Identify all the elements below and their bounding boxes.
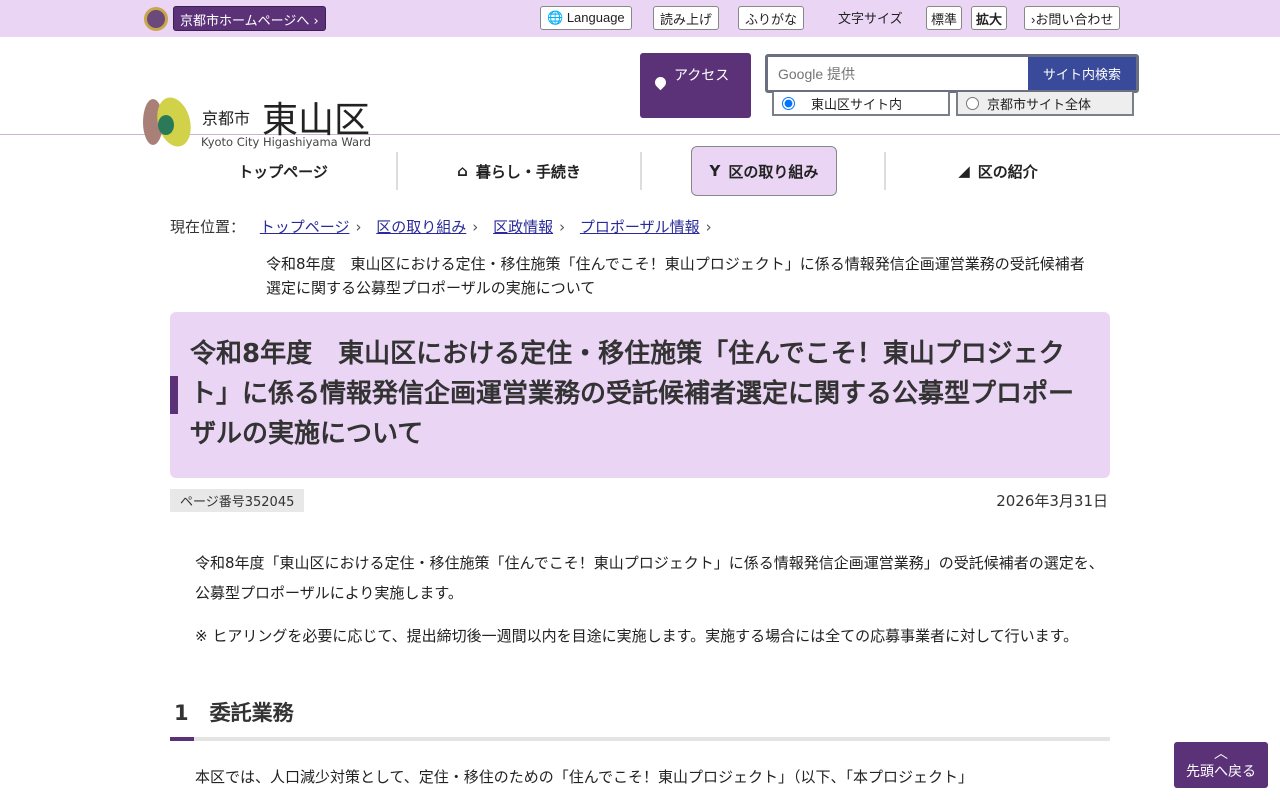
radio-city-site[interactable]: 京都市サイト全体 (956, 92, 1134, 116)
nav-living[interactable]: ⌂ 暮らし・手続き (398, 146, 640, 196)
intro-paragraph: 令和8年度「東山区における定住・移住施策「住んでこそ！東山プロジェクト」に係る情… (195, 554, 1104, 602)
breadcrumb-link[interactable]: 区の取り組み (376, 218, 466, 236)
breadcrumb-link[interactable]: トップページ (260, 218, 350, 236)
sprout-icon: Y (709, 162, 721, 180)
section-heading: 1 委託業務 (170, 697, 1110, 741)
kyoto-crest-icon (144, 7, 168, 31)
search-box: サイト内検索 (765, 54, 1139, 93)
search-button[interactable]: サイト内検索 (1028, 57, 1136, 90)
breadcrumb-link[interactable]: 区政情報 (493, 218, 553, 236)
breadcrumb-current: 令和8年度 東山区における定住・移住施策「住んでこそ！東山プロジェクト」に係る情… (266, 255, 1085, 297)
nav-about[interactable]: ◢ 区の紹介 (886, 146, 1110, 196)
section-heading-text: 1 委託業務 (174, 701, 294, 725)
page-title: 令和8年度 東山区における定住・移住施策「住んでこそ！東山プロジェクト」に係る情… (190, 339, 1075, 449)
nav-label: トップページ (238, 162, 328, 181)
global-nav: トップページ ⌂ 暮らし・手続き Y 区の取り組み ◢ 区の紹介 (170, 146, 1110, 196)
font-large-button[interactable]: 拡大 (971, 6, 1008, 30)
kyoto-home-link[interactable]: 京都市ホームページへ › (173, 6, 326, 31)
map-pin-icon (652, 74, 669, 91)
radio-city-label: 京都市サイト全体 (987, 97, 1092, 113)
nav-label: 区の取り組み (728, 162, 819, 181)
nav-initiatives[interactable]: Y 区の取り組み (691, 146, 837, 196)
utility-bar: 京都市ホームページへ › 🌐 Language 読み上げ ふりがな 文字サイズ … (0, 0, 1280, 37)
logo-city: 京都市 (202, 109, 251, 128)
heading-accent (170, 737, 194, 741)
radio-ward-input[interactable] (782, 96, 795, 110)
font-standard-button[interactable]: 標準 (926, 6, 963, 30)
body-paragraph: 本区では、人口減少対策として、定住・移住のための「住んでこそ！東山プロジェクト」… (195, 768, 974, 786)
read-aloud-button[interactable]: 読み上げ (653, 6, 720, 30)
nav-label: 暮らし・手続き (475, 162, 581, 181)
note-paragraph: ※ ヒアリングを必要に応じて、提出締切後一週間以内を目途に実施します。実施する場… (195, 627, 1079, 645)
back-to-top-button[interactable]: ︿ 先頭へ戻る (1174, 742, 1268, 788)
radio-city-input[interactable] (966, 96, 979, 110)
breadcrumb-label: 現在位置： (170, 218, 246, 236)
logo-mark-part (158, 115, 174, 135)
radio-ward-label: 東山区サイト内 (811, 97, 903, 113)
font-size-label: 文字サイズ (838, 12, 903, 27)
page-number: ページ番号352045 (170, 489, 305, 512)
mountain-icon: ◢ (958, 162, 970, 180)
home-icon: ⌂ (457, 162, 468, 180)
radio-ward-site[interactable]: 東山区サイト内 (772, 92, 950, 116)
page-title-box: 令和8年度 東山区における定住・移住施策「住んでこそ！東山プロジェクト」に係る情… (170, 312, 1110, 478)
breadcrumb: 現在位置： トップページ › 区の取り組み › 区政情報 › プロポーザル情報 › (170, 218, 712, 236)
chevron-up-icon: ︿ (1214, 746, 1228, 762)
breadcrumb-link[interactable]: プロポーザル情報 (580, 218, 700, 236)
access-label: アクセス (674, 68, 730, 84)
contact-button[interactable]: ›お問い合わせ (1024, 6, 1121, 30)
language-label: Language (566, 10, 625, 25)
title-accent (170, 376, 178, 414)
back-to-top-label: 先頭へ戻る (1186, 764, 1256, 780)
publish-date: 2026年3月31日 (996, 492, 1108, 510)
nav-top-page[interactable]: トップページ (170, 146, 396, 196)
search-input[interactable] (768, 57, 1028, 90)
language-button[interactable]: 🌐 Language (540, 6, 632, 30)
access-button[interactable]: アクセス (640, 53, 751, 118)
nav-label: 区の紹介 (977, 162, 1038, 181)
nav-divider (640, 152, 642, 190)
furigana-button[interactable]: ふりがな (738, 6, 805, 30)
